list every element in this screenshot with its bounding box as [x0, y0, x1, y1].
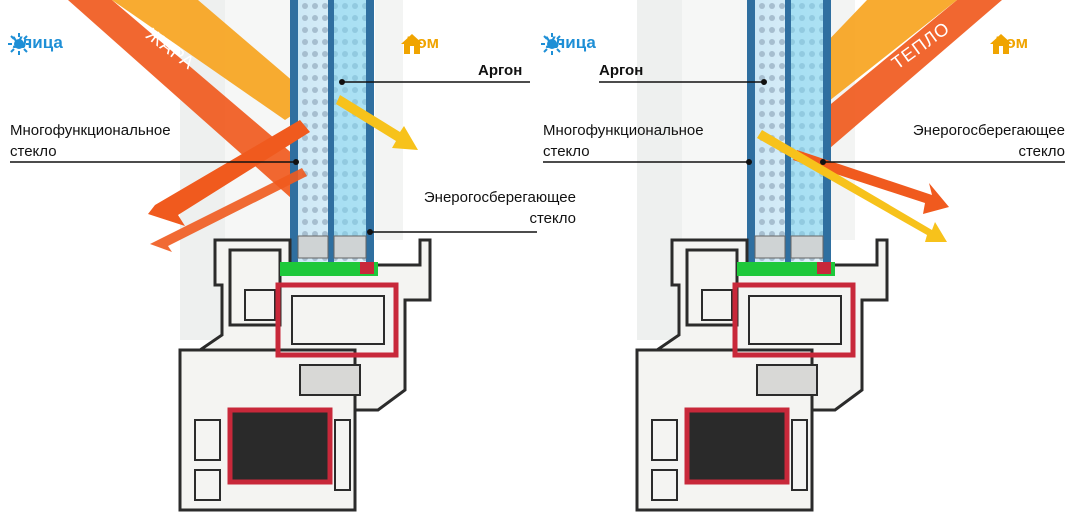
home-tag: Дом	[400, 33, 439, 54]
pvc-profile	[178, 238, 432, 512]
spacer-frame	[790, 235, 824, 259]
spacer-frame	[754, 235, 786, 259]
argon-label: Аргон	[599, 62, 644, 79]
multifunctional-label: Многофункциональное стекло	[10, 122, 171, 160]
left-diagram: ЖАРА Улица Дом Аргон Многофункциональное…	[0, 0, 537, 524]
energy-glass-tint	[334, 0, 366, 240]
outer-frame-slab	[637, 0, 682, 340]
right-diagram: ТЕПЛО Улица Дом Аргон Многофункционально…	[537, 0, 1074, 524]
main-steel-core	[227, 407, 333, 485]
argon-label: Аргон	[478, 62, 523, 79]
pvc-profile	[635, 238, 889, 512]
window-profile-illustration	[10, 0, 537, 512]
energy-glass-label: Энерогосберегающее стекло	[912, 122, 1065, 160]
main-steel-core	[684, 407, 790, 485]
spacer-frame	[333, 235, 367, 259]
street-tag: Улица	[541, 33, 596, 55]
multifunctional-label: Многофункциональное стекло	[543, 122, 704, 160]
energy-glass-tint	[791, 0, 823, 240]
glass-pane-outer	[747, 0, 755, 265]
glass-pane-inner	[366, 0, 374, 265]
glass-pane-middle	[785, 0, 791, 265]
home-tag: Дом	[989, 33, 1028, 54]
spacer-frame	[297, 235, 329, 259]
glass-pane-inner	[823, 0, 831, 265]
street-tag: Улица	[8, 33, 63, 55]
glass-pane-middle	[328, 0, 334, 265]
